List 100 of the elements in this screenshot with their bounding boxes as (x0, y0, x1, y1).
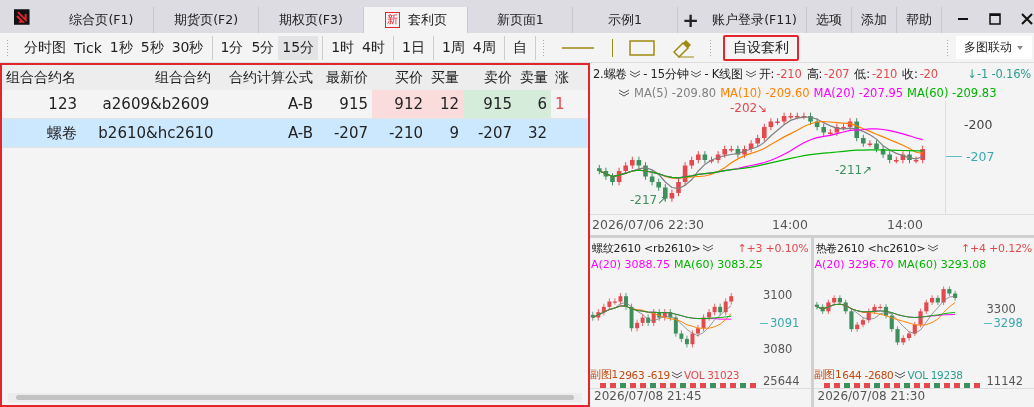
column-header[interactable]: 最新价 (317, 68, 372, 87)
volume-label: VOL 31023 (684, 369, 740, 381)
indicator-values: 644 -2680 (842, 369, 894, 381)
period-button[interactable]: 5分 (247, 35, 279, 60)
table-cell: 6 (516, 90, 551, 118)
table-cell-text: 32 (526, 123, 548, 144)
double-chevron-icon[interactable] (618, 88, 630, 98)
price-annotation: -211↗ (835, 163, 873, 177)
table-cell-text: 915 (338, 94, 369, 115)
table-row[interactable]: 螺卷 b2610&hc2610 A-B -207 -210 9 -207 32 (2, 119, 588, 148)
double-chevron-icon[interactable] (702, 243, 715, 253)
indicator-title: 副图1 (813, 368, 842, 382)
price-annotation: -202↘ (730, 101, 768, 115)
double-chevron-icon[interactable] (690, 69, 703, 79)
price-value: -210 (776, 67, 802, 81)
price-change: ↓-1 -0.16% (967, 67, 1031, 81)
period-button[interactable]: 1秒 (105, 35, 137, 60)
table-cell: 915 (463, 90, 516, 118)
time-label: 2026/07/08 21:45 (590, 388, 811, 407)
custom-arbitrage-button[interactable]: 自设套利 (722, 34, 799, 61)
time-label: 2026/07/06 22:30 (592, 217, 705, 232)
volume-label: VOL 19238 (907, 369, 963, 381)
add-tab-button[interactable]: + (677, 7, 704, 33)
double-chevron-icon[interactable] (744, 69, 757, 79)
contract-title[interactable]: 螺纹2610 <rb2610> (592, 240, 701, 256)
column-header[interactable]: 涨 (551, 68, 581, 87)
table-cell-text: 螺卷 (46, 122, 78, 144)
period-button[interactable]: 15分 (278, 35, 319, 60)
contract-selector[interactable]: 2.螺卷 (593, 66, 628, 82)
column-header[interactable]: 组合合约 (97, 68, 215, 87)
price-value: -207 (824, 67, 850, 81)
column-header[interactable]: 买量 (427, 68, 463, 87)
time-label: 14:00 (772, 217, 809, 232)
period-button[interactable]: 5秒 (136, 35, 168, 60)
axis-label: 25644 (763, 374, 800, 388)
price-label: 开: (758, 66, 775, 82)
table-cell-text: b2610&hc2610 (97, 123, 215, 144)
moving-average-label: MA(60) -209.83 (907, 86, 997, 100)
column-header[interactable]: 组合合约名 (2, 68, 97, 87)
moving-average-label: MA(20) -207.95 (813, 86, 904, 100)
price-change: ↑+4 +0.12% (960, 241, 1032, 255)
maximize-icon[interactable] (988, 11, 1002, 26)
price-label: 低: (854, 66, 870, 82)
period-button[interactable]: 1时 (327, 35, 359, 60)
table-cell-text: 123 (47, 94, 78, 115)
period-selector[interactable]: - 15分钟 (643, 66, 689, 82)
contract-title[interactable]: 热卷2610 <hc2610> (815, 240, 926, 256)
period-button[interactable]: 4周 (468, 35, 500, 60)
column-header[interactable]: 卖价 (463, 68, 516, 87)
period-button[interactable]: 分时图 (20, 35, 70, 60)
current-price-label: 3298 (993, 316, 1023, 330)
table-cell-text: 9 (448, 123, 460, 144)
moving-average-label: MA(60) 3083.25 (674, 258, 763, 273)
double-chevron-icon[interactable] (671, 370, 683, 380)
moving-average-label: MA(5) -209.80 (634, 86, 717, 100)
column-header[interactable]: 买价 (372, 68, 427, 87)
axis-label: 3300 (986, 302, 1016, 316)
period-button[interactable]: 4时 (358, 35, 389, 60)
table-cell-text: -207 (332, 123, 369, 144)
table-cell-text: -210 (387, 123, 424, 144)
price-value: -20 (919, 67, 938, 81)
current-price-label: -207 (966, 149, 995, 164)
indicator-values: 2963 -619 (618, 369, 670, 381)
column-header[interactable]: 卖量 (516, 68, 551, 87)
period-button[interactable]: 30秒 (167, 35, 208, 60)
table-row[interactable]: 123 a2609&b2609 A-B 915 912 12 915 6 1 (2, 90, 588, 119)
table-cell-text: 1 (554, 94, 566, 115)
period-button[interactable]: 1周 (437, 35, 469, 60)
indicator-title: 副图1 (590, 368, 618, 382)
axis-label: 3080 (763, 342, 793, 356)
close-icon[interactable] (1020, 11, 1034, 26)
double-chevron-icon[interactable] (927, 243, 940, 253)
moving-average-label: MA(60) 3293.08 (897, 258, 987, 273)
eraser-icon[interactable] (670, 37, 695, 58)
period-button[interactable]: 自 (508, 35, 531, 60)
time-label: 14:00 (887, 217, 924, 232)
price-annotation: -217↗ (630, 193, 668, 207)
new-badge: 新 (384, 12, 400, 28)
app-logo-icon (14, 9, 30, 25)
price-label: 高: (806, 66, 823, 82)
current-price-label: 3091 (770, 316, 800, 330)
column-header[interactable]: 合约计算公式 (215, 68, 317, 87)
period-button[interactable]: 1分 (216, 35, 248, 60)
chart-type-selector[interactable]: - K线图 (704, 66, 743, 82)
table-cell-text: a2609&b2609 (101, 94, 211, 115)
horizontal-scrollbar[interactable] (8, 393, 582, 402)
axis-label: 11142 (986, 374, 1024, 388)
axis-label: -200 (964, 117, 993, 132)
page-tab[interactable]: 新 套利页 (363, 7, 469, 33)
price-label: 收: (902, 66, 918, 82)
table-cell: 912 (372, 90, 427, 118)
period-button[interactable]: Tick (70, 35, 106, 60)
axis-label: 3100 (763, 288, 793, 302)
price-change: ↑+3 +0.10% (737, 241, 809, 255)
period-button[interactable]: 1日 (398, 35, 429, 60)
moving-average-label: A(20) 3296.70 (814, 258, 894, 273)
double-chevron-icon[interactable] (894, 370, 907, 380)
double-chevron-icon[interactable] (629, 69, 642, 79)
linked-charts-dropdown[interactable]: 多图联动 (956, 36, 1032, 59)
table-cell-text: A-B (286, 94, 314, 115)
